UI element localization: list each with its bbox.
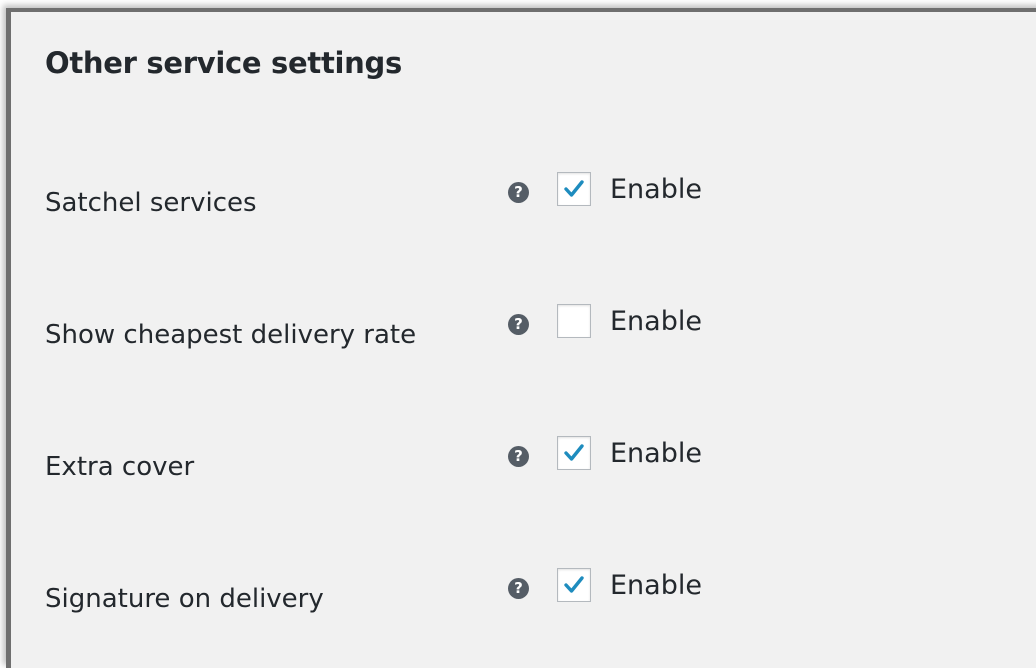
setting-label: Signature on delivery [45,584,324,614]
enable-label[interactable]: Enable [610,438,702,469]
show-cheapest-delivery-rate-checkbox[interactable] [557,304,591,338]
checkmark-icon [564,576,584,593]
signature-on-delivery-checkbox[interactable] [557,568,591,602]
checkmark-icon [564,180,584,197]
satchel-services-checkbox[interactable] [557,172,591,206]
enable-label[interactable]: Enable [610,570,702,601]
setting-row-signature-on-delivery: Signature on delivery ? Enable [45,568,945,620]
settings-panel: Other service settings Satchel services … [6,8,1036,668]
section-title: Other service settings [45,46,402,80]
setting-row-extra-cover: Extra cover ? Enable [45,436,945,488]
question-circle-icon[interactable]: ? [508,182,529,203]
extra-cover-checkbox[interactable] [557,436,591,470]
question-circle-icon[interactable]: ? [508,446,529,467]
setting-label: Show cheapest delivery rate [45,320,417,350]
enable-label[interactable]: Enable [610,174,702,205]
enable-label[interactable]: Enable [610,306,702,337]
setting-label: Extra cover [45,452,195,482]
checkmark-icon [564,444,584,461]
question-circle-icon[interactable]: ? [508,314,529,335]
setting-row-show-cheapest-delivery-rate: Show cheapest delivery rate ? Enable [45,304,945,356]
question-circle-icon[interactable]: ? [508,578,529,599]
setting-row-satchel-services: Satchel services ? Enable [45,172,945,224]
setting-label: Satchel services [45,188,257,218]
